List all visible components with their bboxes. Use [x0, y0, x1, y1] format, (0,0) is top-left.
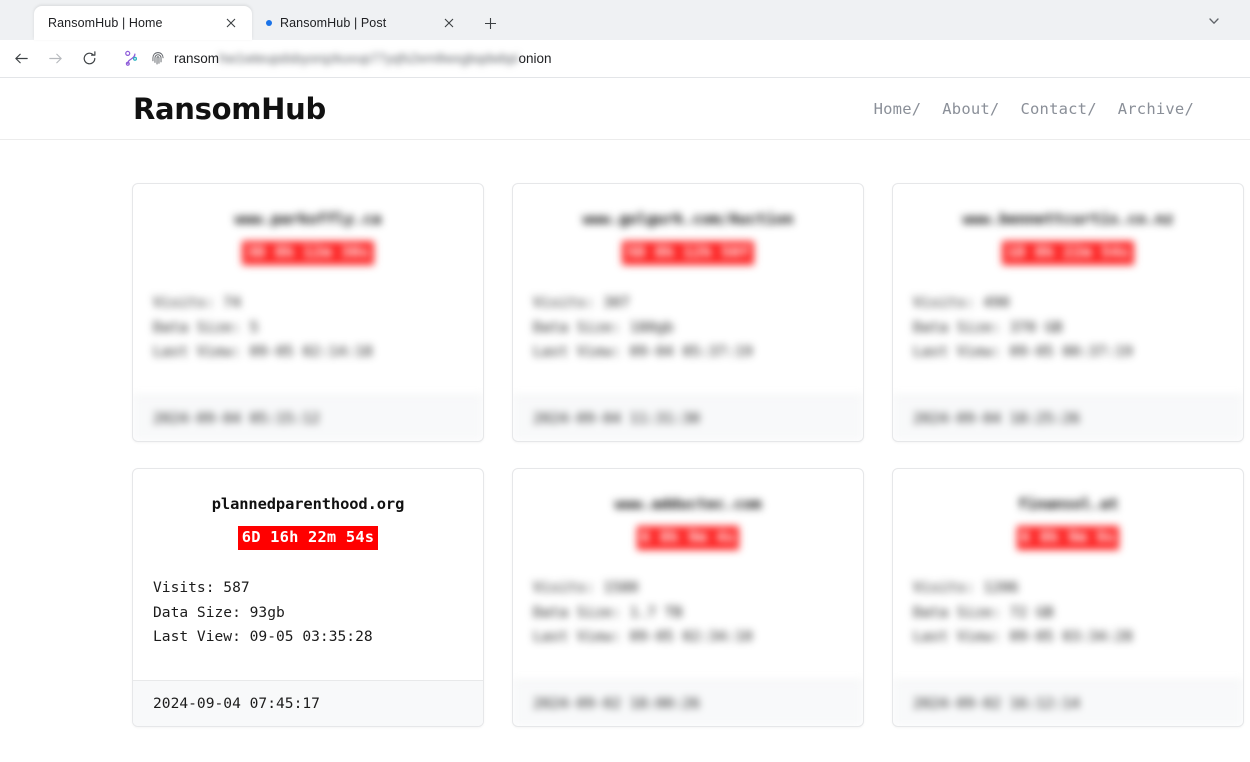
- victim-data-size: Data Size: 72 GB: [913, 603, 1054, 621]
- url-text: ransom hw1wteupdsbyorqzkuvup77yqfs2em8wxg…: [174, 51, 552, 66]
- tab-title: RansomHub | Home: [48, 16, 163, 30]
- victim-data-size: Data Size: 93gb: [153, 603, 285, 621]
- victim-card-plannedparenthood[interactable]: plannedparenthood.org 6D 16h 22m 54s Vis…: [132, 468, 484, 727]
- browser-window: RansomHub | Home RansomHub | Post ransom…: [0, 0, 1250, 762]
- address-bar[interactable]: ransom hw1wteupdsbyorqzkuvup77yqfs2em8wxg…: [114, 44, 1242, 74]
- url-prefix: ransom: [174, 51, 220, 66]
- countdown-timer: 5D 8h 12h 50f: [622, 241, 754, 266]
- tab-close-icon[interactable]: [220, 12, 242, 34]
- victim-visits: Visits: 1206: [913, 579, 1019, 597]
- tab-list-button[interactable]: [1200, 7, 1228, 35]
- url-suffix: onion: [518, 51, 552, 66]
- back-button[interactable]: [6, 44, 36, 74]
- page-viewport: RansomHub Home/ About/ Contact/ Archive/…: [0, 78, 1250, 762]
- victim-data-size: Data Size: 1.7 TB: [533, 603, 683, 621]
- victim-data-size: Data Size: 5: [153, 318, 259, 336]
- victim-card[interactable]: finansol.at 6 8h 9m 9s Visits: 1206 Data…: [892, 468, 1244, 727]
- victim-visits: Visits: 490: [913, 294, 1010, 312]
- victim-card-body: www.adductec.com 6 8h 9m 4s Visits: 1580…: [513, 469, 863, 680]
- victim-visits: Visits: 307: [533, 294, 630, 312]
- new-tab-button[interactable]: [476, 9, 504, 37]
- victim-last-view: Last View: 09-05 02:34:10: [533, 628, 753, 646]
- victim-last-view: Last View: 09-05 03:35:28: [153, 628, 373, 646]
- countdown-wrapper: 5D 8h 12h 50f: [533, 241, 843, 266]
- fingerprint-icon[interactable]: [148, 49, 167, 68]
- victim-card-body: www.bennettcurtis.co.nz 1D 8h 22m 54s Vi…: [893, 184, 1243, 395]
- victim-stats: Visits: 1206 Data Size: 72 GB Last View:…: [913, 576, 1223, 650]
- victim-published-date: 2024-09-04 05:15:12: [133, 395, 483, 441]
- reload-button[interactable]: [74, 44, 104, 74]
- site-brand: RansomHub: [133, 91, 326, 126]
- victim-card-body: www.parkoffly.ca 3D 8h 12m 30s Visits: 7…: [133, 184, 483, 395]
- split-screen-icon[interactable]: [122, 49, 141, 68]
- countdown-timer: 6D 16h 22m 54s: [237, 526, 379, 551]
- victim-published-date: 2024-09-04 11:31:30: [513, 395, 863, 441]
- site-header: RansomHub Home/ About/ Contact/ Archive/: [0, 78, 1250, 140]
- victim-last-view: Last View: 09-05 00:37:19: [913, 343, 1133, 361]
- victim-visits: Visits: 587: [153, 579, 250, 597]
- victim-domain: plannedparenthood.org: [211, 495, 405, 513]
- victim-stats: Visits: 1580 Data Size: 1.7 TB Last View…: [533, 576, 843, 650]
- victim-stats: Visits: 307 Data Size: 180gb Last View: …: [533, 291, 843, 365]
- victim-published-date: 2024-09-02 16:12:14: [893, 680, 1243, 726]
- countdown-timer: 1D 8h 22m 54s: [1002, 241, 1134, 266]
- victim-card[interactable]: www.bennettcurtis.co.nz 1D 8h 22m 54s Vi…: [892, 183, 1244, 442]
- countdown-wrapper: 3D 8h 12m 30s: [153, 241, 463, 266]
- nav-link-home[interactable]: Home/: [874, 100, 922, 118]
- victim-card-body: finansol.at 6 8h 9m 9s Visits: 1206 Data…: [893, 469, 1243, 680]
- countdown-wrapper: 6D 16h 22m 54s: [153, 526, 463, 551]
- victim-domain: www.golgurk.com/Auction: [582, 210, 794, 228]
- nav-link-archive[interactable]: Archive/: [1118, 100, 1194, 118]
- nav-link-contact[interactable]: Contact/: [1020, 100, 1096, 118]
- victim-domain: finansol.at: [1017, 495, 1119, 513]
- tab-close-icon[interactable]: [438, 12, 460, 34]
- victim-card-grid: www.parkoffly.ca 3D 8h 12m 30s Visits: 7…: [0, 140, 1250, 727]
- forward-button[interactable]: [40, 44, 70, 74]
- victim-domain: www.adductec.com: [614, 495, 762, 513]
- url-redacted-segment: hw1wteupdsbyorqzkuvup77yqfs2em8wxgbqdwbp…: [219, 51, 519, 66]
- victim-data-size: Data Size: 370 GB: [913, 318, 1063, 336]
- victim-last-view: Last View: 09-04 05:37:19: [533, 343, 753, 361]
- victim-visits: Visits: 74: [153, 294, 241, 312]
- victim-stats: Visits: 490 Data Size: 370 GB Last View:…: [913, 291, 1223, 365]
- countdown-timer: 6 8h 9m 9s: [1016, 526, 1120, 551]
- countdown-wrapper: 6 8h 9m 9s: [913, 526, 1223, 551]
- countdown-wrapper: 6 8h 9m 4s: [533, 526, 843, 551]
- victim-card[interactable]: www.adductec.com 6 8h 9m 4s Visits: 1580…: [512, 468, 864, 727]
- countdown-timer: 6 8h 9m 4s: [636, 526, 740, 551]
- victim-card-body: www.golgurk.com/Auction 5D 8h 12h 50f Vi…: [513, 184, 863, 395]
- victim-stats: Visits: 587 Data Size: 93gb Last View: 0…: [153, 576, 463, 650]
- victim-card-body: plannedparenthood.org 6D 16h 22m 54s Vis…: [133, 469, 483, 680]
- victim-card[interactable]: www.golgurk.com/Auction 5D 8h 12h 50f Vi…: [512, 183, 864, 442]
- victim-published-date: 2024-09-02 18:00:26: [513, 680, 863, 726]
- victim-domain: www.bennettcurtis.co.nz: [962, 210, 1174, 228]
- countdown-timer: 3D 8h 12m 30s: [242, 241, 374, 266]
- nav-link-about[interactable]: About/: [942, 100, 999, 118]
- victim-last-view: Last View: 09-05 03:34:28: [913, 628, 1133, 646]
- browser-tab-1[interactable]: RansomHub | Post: [252, 6, 470, 40]
- victim-domain: www.parkoffly.ca: [234, 210, 382, 228]
- tab-strip: RansomHub | Home RansomHub | Post: [0, 0, 1250, 40]
- countdown-wrapper: 1D 8h 22m 54s: [913, 241, 1223, 266]
- browser-tab-0[interactable]: RansomHub | Home: [34, 6, 252, 40]
- tab-unread-dot-icon: [266, 20, 272, 26]
- victim-last-view: Last View: 09-05 02:14:18: [153, 343, 373, 361]
- site-navigation: Home/ About/ Contact/ Archive/: [874, 100, 1194, 118]
- tab-title: RansomHub | Post: [280, 16, 387, 30]
- victim-visits: Visits: 1580: [533, 579, 639, 597]
- browser-toolbar: ransom hw1wteupdsbyorqzkuvup77yqfs2em8wxg…: [0, 40, 1250, 78]
- victim-card[interactable]: www.parkoffly.ca 3D 8h 12m 30s Visits: 7…: [132, 183, 484, 442]
- victim-data-size: Data Size: 180gb: [533, 318, 674, 336]
- victim-published-date: 2024-09-04 18:25:26: [893, 395, 1243, 441]
- victim-published-date: 2024-09-04 07:45:17: [133, 680, 483, 726]
- victim-stats: Visits: 74 Data Size: 5 Last View: 09-05…: [153, 291, 463, 365]
